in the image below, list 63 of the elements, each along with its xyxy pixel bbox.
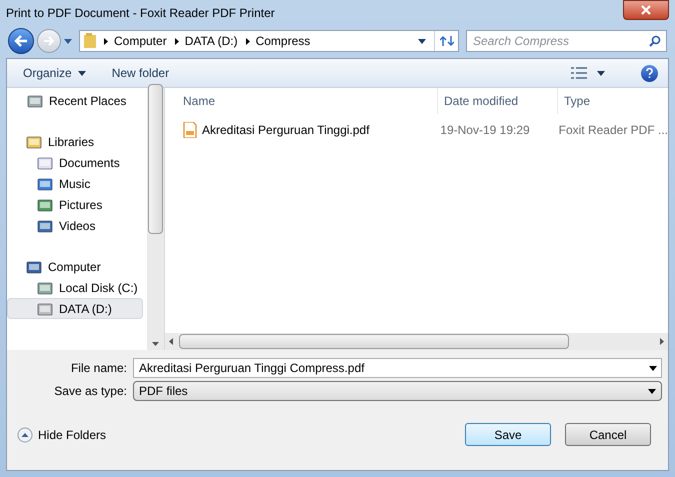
caret-down-icon: [649, 366, 657, 371]
caret-down-icon: [597, 70, 605, 76]
sidebar-item[interactable]: Recent Places: [7, 90, 143, 111]
folder-icon: [84, 33, 96, 49]
caret-down-icon: [64, 38, 72, 44]
caret-right-icon: [660, 338, 664, 345]
search-icon: [649, 35, 661, 47]
search-field[interactable]: Search Compress: [466, 30, 667, 52]
window-title: Print to PDF Document - Foxit Reader PDF Printer: [6, 5, 276, 22]
sidebar-item[interactable]: Pictures: [7, 194, 143, 215]
cancel-button[interactable]: Cancel: [565, 423, 651, 446]
caret-down-icon: [152, 342, 159, 346]
sidebar-item[interactable]: Documents: [7, 152, 143, 173]
pdf-file-icon: [183, 122, 197, 138]
sidebar-item[interactable]: Libraries: [7, 131, 147, 152]
scrollbar-thumb[interactable]: [179, 334, 569, 349]
sidebar-item[interactable]: Computer: [7, 256, 147, 277]
arrow-left-icon: [14, 35, 28, 47]
breadcrumb-item[interactable]: Compress: [256, 32, 310, 50]
drive-icon: [37, 300, 53, 316]
breadcrumb-item[interactable]: Computer: [114, 32, 167, 50]
save-button[interactable]: Save: [465, 423, 551, 446]
caret-left-icon: [169, 338, 173, 345]
breadcrumb-item[interactable]: DATA (D:): [184, 32, 238, 50]
column-header[interactable]: Name: [165, 88, 438, 114]
field-label: File name:: [70, 360, 127, 377]
hide-folders-button[interactable]: Hide Folders: [17, 426, 106, 444]
address-bar[interactable]: Computer DATA (D:) Compress: [79, 30, 459, 52]
horizontal-scrollbar[interactable]: [165, 333, 668, 350]
file-date: 19-Nov-19 19:29: [439, 122, 531, 139]
caret-down-icon: [648, 388, 656, 394]
file-name-field[interactable]: Akreditasi Perguruan Tinggi Compress.pdf: [133, 358, 662, 378]
chevron-right-icon: [104, 38, 108, 44]
chevron-right-icon: [174, 38, 179, 44]
field-label: Save as type:: [53, 383, 127, 400]
view-options-button[interactable]: [571, 67, 605, 79]
chevron-up-circle-icon: [17, 426, 33, 442]
back-button[interactable]: [8, 28, 34, 54]
caret-down-icon: [418, 38, 426, 44]
organize-button[interactable]: Organize: [17, 64, 92, 82]
caret-down-icon: [78, 70, 86, 76]
scrollbar-thumb[interactable]: [148, 84, 163, 234]
new-folder-button[interactable]: New folder: [112, 64, 170, 82]
monitor-icon: [26, 258, 42, 274]
refresh-arrows-icon: [440, 35, 454, 47]
sidebar-item[interactable]: Videos: [7, 215, 143, 236]
close-icon: [641, 5, 651, 15]
help-button[interactable]: [641, 64, 658, 82]
drive-icon: [37, 280, 53, 296]
question-mark-icon: [646, 68, 653, 78]
arrow-right-icon: [43, 36, 55, 46]
column-header[interactable]: Date modified: [438, 88, 558, 114]
file-type: Foxit Reader PDF ...: [558, 122, 668, 139]
chevron-right-icon: [246, 38, 250, 44]
file-type-dropdown[interactable]: PDF files: [133, 381, 662, 401]
sidebar-item[interactable]: Local Disk (C:): [7, 277, 143, 298]
file-name: Akreditasi Perguruan Tinggi.pdf: [202, 122, 370, 139]
file-row[interactable]: Akreditasi Perguruan Tinggi.pdf 19-Nov-19 19:29 Foxit Reader PDF ...: [165, 119, 668, 141]
column-header[interactable]: Type: [558, 88, 668, 114]
sidebar-item[interactable]: Music: [7, 173, 143, 194]
close-button[interactable]: [623, 0, 669, 20]
sidebar-item[interactable]: DATA (D:): [7, 298, 143, 319]
list-view-icon: [571, 67, 587, 79]
